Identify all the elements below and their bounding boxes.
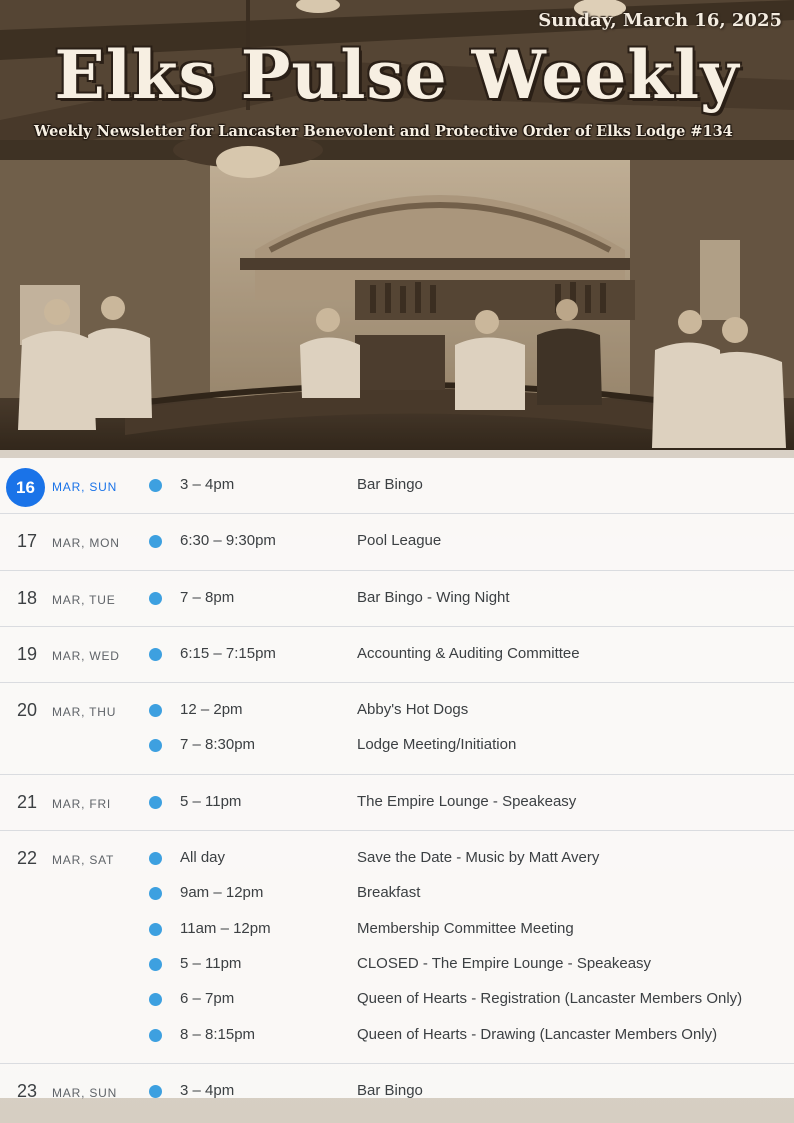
event-list: 5 – 11pm The Empire Lounge - Speakeasy <box>0 775 794 830</box>
event-item[interactable]: 5 – 11pm CLOSED - The Empire Lounge - Spe… <box>0 947 794 982</box>
event-item[interactable]: 8 – 8:15pm Queen of Hearts - Drawing (Lan… <box>0 1018 794 1053</box>
event-dot-icon <box>149 704 162 718</box>
event-item[interactable]: 7 – 8:30pm Lodge Meeting/Initiation <box>0 728 794 763</box>
event-title: Breakfast <box>357 884 421 902</box>
event-time: All day <box>180 849 226 867</box>
day-group: 16 MAR, SUN 3 – 4pm Bar Bingo <box>0 458 794 515</box>
event-dot-icon <box>149 739 162 753</box>
event-title: Queen of Hearts - Drawing (Lancaster Mem… <box>357 1025 718 1043</box>
newsletter-date: Sunday, March 16, 2025 <box>538 10 782 31</box>
event-time: 3 – 4pm <box>180 476 235 493</box>
newsletter-subtitle: Weekly Newsletter for Lancaster Benevole… <box>34 123 733 140</box>
day-group: 19 MAR, WED 6:15 – 7:15pm Accounting & Audi… <box>0 627 794 684</box>
event-title: Bar Bingo - Wing Night <box>357 588 510 606</box>
event-item[interactable]: 5 – 11pm The Empire Lounge - Speakeasy <box>0 785 794 820</box>
event-time: 6:15 – 7:15pm <box>180 644 276 662</box>
event-item[interactable]: 9am – 12pm Breakfast <box>0 876 794 911</box>
event-time: 3 – 4pm <box>180 1081 235 1099</box>
event-dot-icon <box>149 535 162 549</box>
event-dot-icon <box>149 887 162 901</box>
event-title: Bar Bingo <box>357 476 423 493</box>
event-list: 6:15 – 7:15pm Accounting & Auditing Commi… <box>0 627 794 682</box>
event-dot-icon <box>149 852 162 866</box>
event-dot-icon <box>149 591 162 605</box>
event-list: All day Save the Date - Music by Matt Ave… <box>0 831 794 1063</box>
event-time: 6:30 – 9:30pm <box>180 532 276 550</box>
event-dot-icon <box>149 1084 162 1098</box>
event-time: 11am – 12pm <box>180 919 271 937</box>
event-dot-icon <box>149 922 162 936</box>
event-title: Lodge Meeting/Initiation <box>357 736 517 754</box>
event-item[interactable]: 6 – 7pm Queen of Hearts - Registration (L… <box>0 982 794 1017</box>
event-time: 7 – 8pm <box>180 588 235 606</box>
day-group: 22 MAR, SAT All day Save the Date - Music b… <box>0 831 794 1064</box>
day-group: 21 MAR, FRI 5 – 11pm The Empire Lounge - Sp… <box>0 775 794 832</box>
event-item[interactable]: 7 – 8pm Bar Bingo - Wing Night <box>0 581 794 616</box>
event-list: 7 – 8pm Bar Bingo - Wing Night <box>0 571 794 626</box>
event-dot-icon <box>149 647 162 661</box>
event-title: Abby's Hot Dogs <box>357 701 469 719</box>
event-item[interactable]: 11am – 12pm Membership Committee Meeting <box>0 912 794 947</box>
event-dot-icon <box>149 479 162 492</box>
event-item[interactable]: 6:15 – 7:15pm Accounting & Auditing Commi… <box>0 637 794 672</box>
event-item[interactable]: 6:30 – 9:30pm Pool League <box>0 524 794 559</box>
event-time: 6 – 7pm <box>180 990 235 1008</box>
event-title: CLOSED - The Empire Lounge - Speakeasy <box>357 954 652 972</box>
event-title: Pool League <box>357 532 442 550</box>
event-list: 3 – 4pm Bar Bingo <box>0 458 794 513</box>
event-dot-icon <box>149 795 162 809</box>
event-item[interactable]: 3 – 4pm Bar Bingo <box>0 1074 794 1109</box>
event-title: Queen of Hearts - Registration (Lancaste… <box>357 990 743 1008</box>
event-title: Save the Date - Music by Matt Avery <box>357 849 600 867</box>
day-group: 23 MAR, SUN 3 – 4pm Bar Bingo <box>0 1064 794 1119</box>
event-dot-icon <box>149 957 162 971</box>
event-time: 7 – 8:30pm <box>180 736 256 754</box>
event-item[interactable]: 12 – 2pm Abby's Hot Dogs <box>0 693 794 728</box>
event-time: 5 – 11pm <box>180 792 242 810</box>
event-schedule: 16 MAR, SUN 3 – 4pm Bar Bingo 17 MAR, MON 6:30… <box>0 458 794 1101</box>
event-title: Membership Committee Meeting <box>357 919 574 937</box>
event-time: 8 – 8:15pm <box>180 1025 256 1043</box>
event-time: 5 – 11pm <box>180 954 242 972</box>
event-list: 6:30 – 9:30pm Pool League <box>0 514 794 569</box>
event-dot-icon <box>149 1028 162 1042</box>
day-group: 18 MAR, TUE 7 – 8pm Bar Bingo - Wing Night <box>0 571 794 627</box>
event-title: Bar Bingo <box>357 1081 423 1099</box>
header-banner: Sunday, March 16, 2025 Elks Pulse Weekly… <box>0 0 794 450</box>
day-group: 17 MAR, MON 6:30 – 9:30pm Pool League <box>0 514 794 571</box>
event-list: 3 – 4pm Bar Bingo <box>0 1064 794 1119</box>
event-title: Accounting & Auditing Committee <box>357 644 580 662</box>
event-list: 12 – 2pm Abby's Hot Dogs 7 – 8:30pm Lodge M… <box>0 683 794 774</box>
event-time: 12 – 2pm <box>180 701 243 719</box>
event-item[interactable]: 3 – 4pm Bar Bingo <box>0 468 794 503</box>
event-time: 9am – 12pm <box>180 884 264 902</box>
newsletter-title: Elks Pulse Weekly <box>54 36 740 114</box>
event-title: The Empire Lounge - Speakeasy <box>357 792 577 810</box>
event-dot-icon <box>149 993 162 1007</box>
day-group: 20 MAR, THU 12 – 2pm Abby's Hot Dogs 7 – 8:3… <box>0 683 794 775</box>
event-item[interactable]: All day Save the Date - Music by Matt Ave… <box>0 841 794 876</box>
